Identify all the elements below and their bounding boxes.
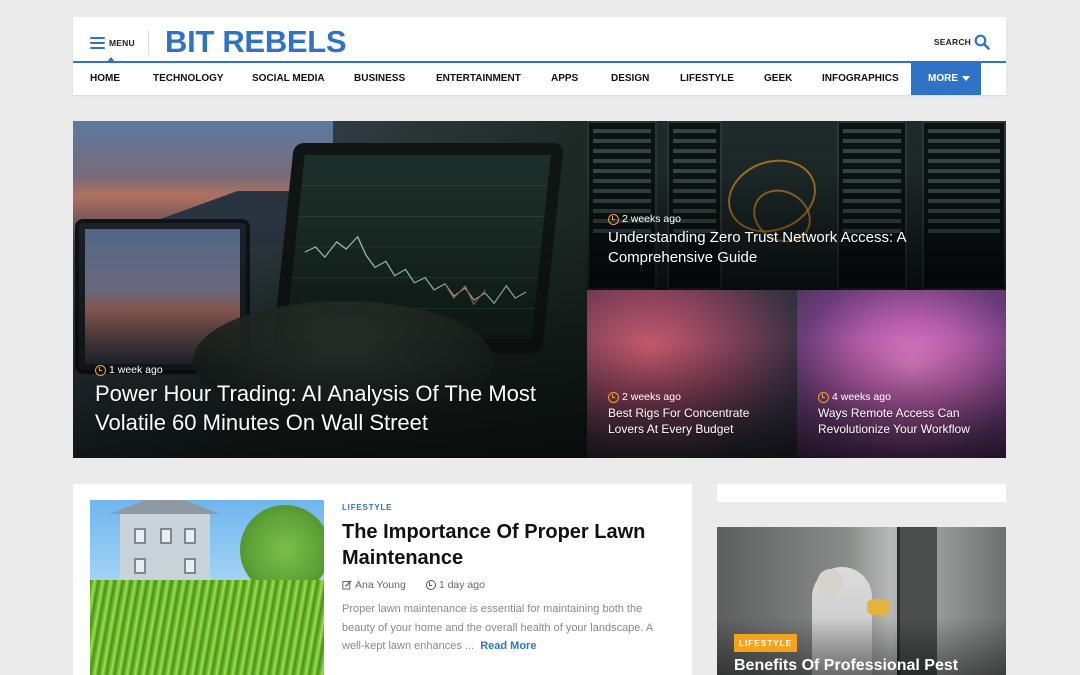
nav-more-button[interactable]: MORE	[911, 63, 981, 95]
house-image	[110, 500, 220, 590]
search-icon	[974, 34, 990, 50]
article-excerpt: Proper lawn maintenance is essential for…	[342, 600, 660, 656]
nav-entertainment[interactable]: ENTERTAINMENT	[436, 63, 521, 95]
post-time-label: 1 week ago	[109, 364, 163, 376]
post-title-line-2[interactable]: Lovers At Every Budget	[608, 422, 749, 438]
article-category[interactable]: LIFESTYLE	[342, 503, 392, 512]
hero-main-post[interactable]: 1 week ago Power Hour Trading: AI Analys…	[73, 121, 587, 458]
article-thumbnail[interactable]	[90, 500, 324, 675]
article-card: LIFESTYLE The Importance Of Proper Lawn …	[73, 484, 692, 675]
clock-icon	[608, 391, 619, 403]
clock-icon	[608, 213, 619, 225]
hero-bottom-right-post[interactable]: 4 weeks ago Ways Remote Access Can Revol…	[797, 290, 1006, 458]
hamburger-icon	[90, 37, 105, 49]
caret-down-icon	[962, 75, 970, 81]
nav-technology[interactable]: TECHNOLOGY	[153, 63, 224, 95]
excerpt-line: beauty of your home and the overall heal…	[342, 621, 654, 634]
header-divider	[148, 30, 149, 55]
article-title-line-2[interactable]: Maintenance	[342, 545, 672, 571]
post-time-label: 4 weeks ago	[832, 391, 891, 403]
post-time-label: 2 weeks ago	[622, 213, 681, 225]
menu-button[interactable]: MENU	[90, 33, 135, 53]
post-time-label: 2 weeks ago	[622, 391, 681, 403]
sidebar-post-category[interactable]: LIFESTYLE	[734, 634, 798, 652]
post-title-line-1[interactable]: Power Hour Trading: AI Analysis Of The M…	[95, 379, 536, 408]
nav-lifestyle[interactable]: LIFESTYLE	[680, 63, 734, 95]
hero-bottom-mid-post[interactable]: 2 weeks ago Best Rigs For Concentrate Lo…	[587, 290, 797, 458]
nav-geek[interactable]: GEEK	[764, 63, 792, 95]
nav-home[interactable]: HOME	[90, 63, 120, 95]
pen-icon	[342, 580, 352, 590]
sidebar-widget	[717, 484, 1006, 502]
nav-design[interactable]: DESIGN	[611, 63, 649, 95]
main-nav: HOME TECHNOLOGY SOCIAL MEDIA BUSINESS EN…	[73, 61, 1006, 95]
clock-icon	[818, 391, 829, 403]
post-title-line-1[interactable]: Best Rigs For Concentrate	[608, 406, 749, 422]
grass-image	[90, 580, 324, 675]
clock-icon	[95, 364, 106, 376]
read-more-link[interactable]: Read More	[480, 640, 536, 652]
post-title-line-1[interactable]: Understanding Zero Trust Network Access:…	[608, 228, 906, 248]
post-time: 1 week ago	[95, 364, 163, 376]
clock-icon	[425, 580, 436, 590]
nav-business[interactable]: BUSINESS	[354, 63, 405, 95]
post-title-line-2[interactable]: Revolutionize Your Workflow	[818, 422, 970, 438]
search-label: SEARCH	[933, 37, 971, 47]
sidebar-post[interactable]: LIFESTYLE Benefits Of Professional Pest	[717, 527, 1006, 675]
person-head-image	[817, 569, 843, 597]
article-meta: Ana Young 1 day ago	[342, 579, 485, 591]
excerpt-line-text: well-kept lawn enhances ...	[342, 640, 475, 652]
glove-image	[867, 599, 889, 615]
article-time: 1 day ago	[438, 579, 485, 591]
excerpt-line: well-kept lawn enhances ... Read More	[342, 637, 660, 656]
post-title-line-2[interactable]: Volatile 60 Minutes On Wall Street	[95, 408, 536, 437]
nav-more-label: MORE	[928, 73, 958, 84]
nav-infographics[interactable]: INFOGRAPHICS	[822, 63, 899, 95]
article-title[interactable]: The Importance Of Proper Lawn Maintenanc…	[342, 519, 672, 571]
site-header: MENU BIT REBELS SEARCH HOME TECHNOLOGY S…	[73, 17, 1006, 95]
post-title-line-2[interactable]: Comprehensive Guide	[608, 248, 906, 268]
post-title-line-1[interactable]: Ways Remote Access Can	[818, 406, 970, 422]
sidebar-post-title[interactable]: Benefits Of Professional Pest	[734, 657, 958, 675]
post-time: 4 weeks ago	[818, 391, 891, 403]
nav-apps[interactable]: APPS	[551, 63, 578, 95]
post-time: 2 weeks ago	[608, 213, 681, 225]
nav-social-media[interactable]: SOCIAL MEDIA	[252, 63, 325, 95]
excerpt-line: Proper lawn maintenance is essential for…	[342, 603, 643, 615]
article-author[interactable]: Ana Young	[355, 579, 406, 591]
article-title-line-1[interactable]: The Importance Of Proper Lawn	[342, 519, 672, 545]
site-logo[interactable]: BIT REBELS	[165, 25, 347, 59]
menu-label: MENU	[109, 38, 135, 48]
search-button[interactable]: SEARCH	[934, 34, 990, 50]
hero-top-right-post[interactable]: 2 weeks ago Understanding Zero Trust Net…	[587, 121, 1006, 290]
post-time: 2 weeks ago	[608, 391, 681, 403]
